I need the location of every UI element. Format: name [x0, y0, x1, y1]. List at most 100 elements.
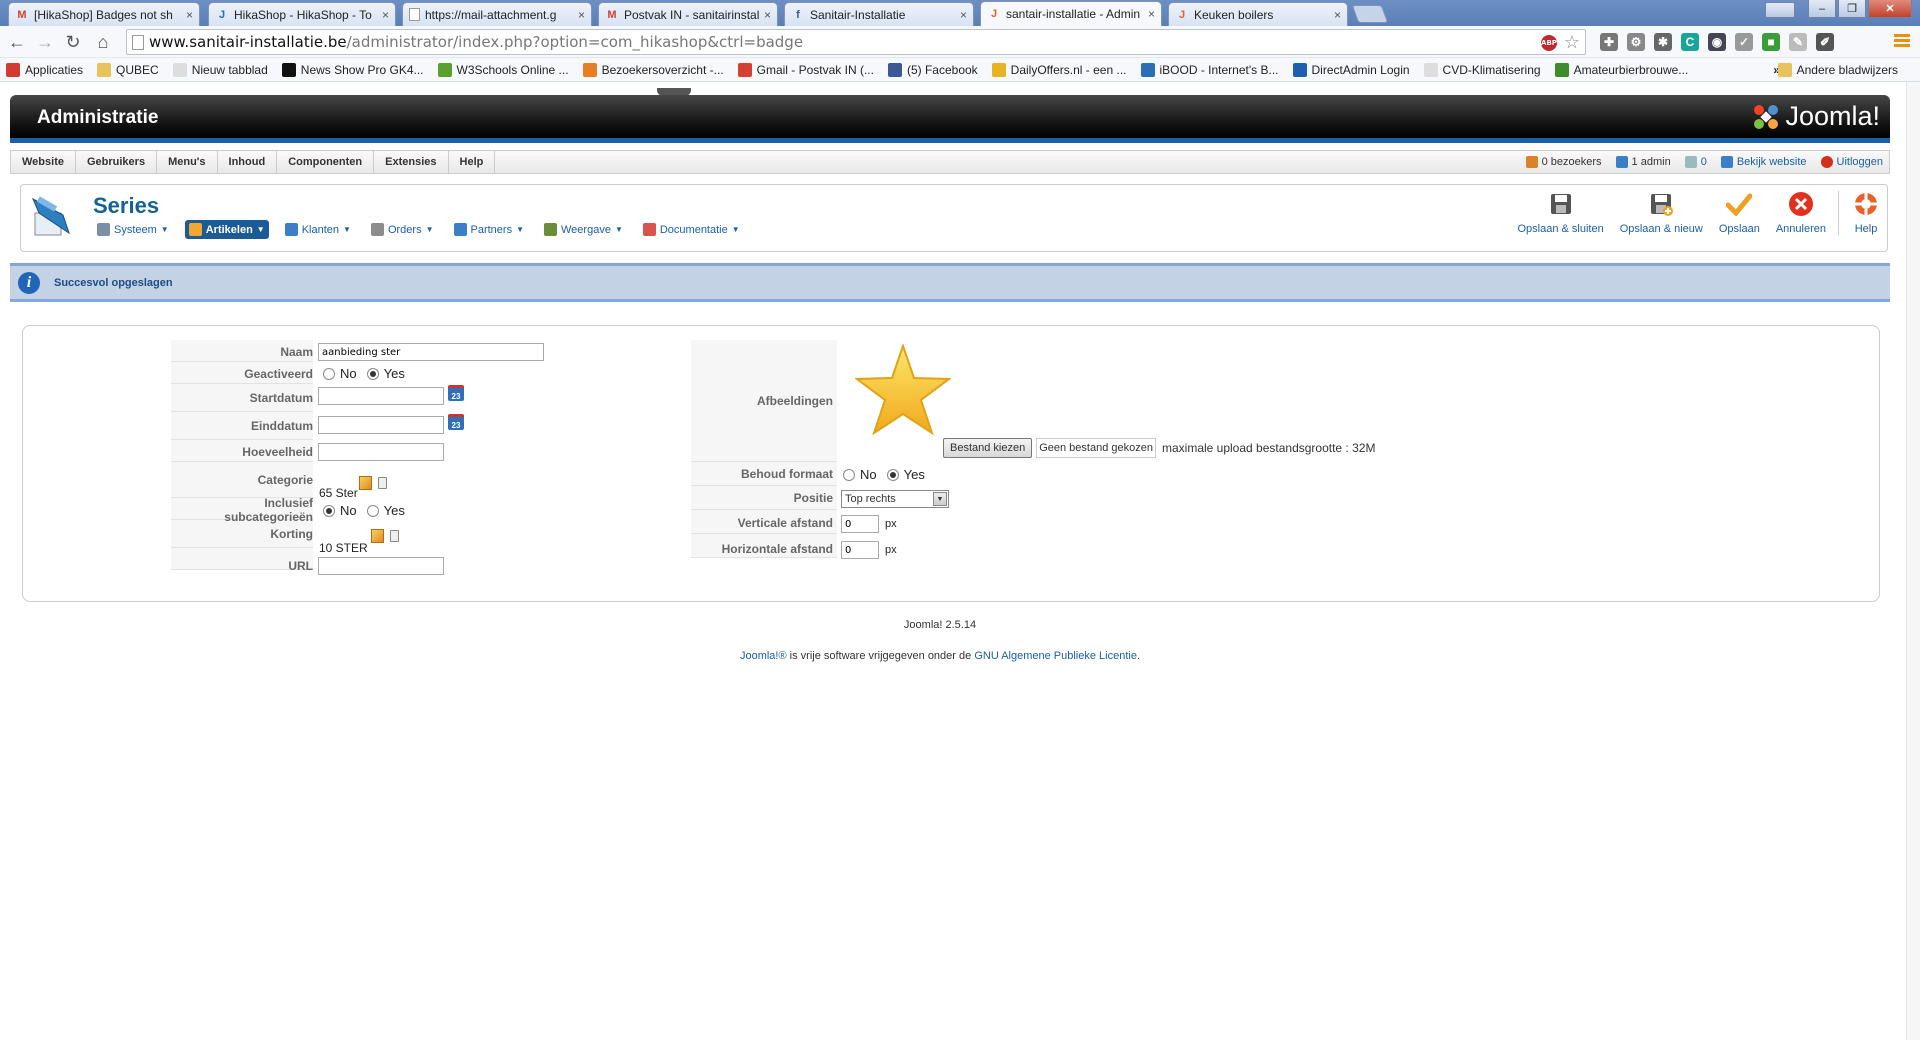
camera-icon[interactable]: ◉ [1708, 33, 1726, 51]
close-tab-icon[interactable]: × [382, 8, 389, 22]
browser-tab[interactable]: Jsantair-installatie - Admin × [980, 1, 1162, 26]
quantity-input[interactable] [318, 443, 444, 461]
bookmark-item[interactable]: QUBEC [97, 62, 159, 77]
close-tab-icon[interactable]: × [186, 8, 193, 22]
choose-file-button[interactable]: Bestand kiezen [943, 438, 1033, 458]
activated-no-radio[interactable] [323, 367, 335, 380]
start-date-input[interactable] [318, 387, 444, 405]
home-icon[interactable]: ⌂ [92, 31, 114, 53]
submenu-item[interactable]: Partners ▼ [450, 220, 529, 239]
bookmark-item[interactable]: (5) Facebook [887, 62, 978, 77]
submenu-item[interactable]: Systeem ▼ [93, 220, 173, 239]
category-edit-icon[interactable] [359, 476, 372, 490]
horizontal-distance-input[interactable] [841, 541, 879, 559]
admin-menu-item[interactable]: Gebruikers [76, 151, 158, 173]
discount-edit-icon[interactable] [371, 529, 384, 543]
bookmark-label: Bezoekersoverzicht -... [601, 62, 724, 77]
vertical-scrollbar[interactable] [1906, 82, 1920, 1040]
url-input[interactable] [318, 557, 444, 575]
browser-tab[interactable]: J HikaShop - HikaShop - To × [208, 2, 396, 26]
profile-button[interactable] [1765, 2, 1795, 18]
minimize-button[interactable]: – [1808, 0, 1836, 18]
keep-format-yes-radio[interactable] [886, 468, 899, 481]
badge-star-image [855, 344, 951, 436]
browser-tab[interactable]: M [HikaShop] Badges not sh × [8, 2, 200, 26]
bookmark-item[interactable]: Nieuw tabblad [172, 62, 268, 77]
bookmark-item[interactable]: iBOOD - Internet's B... [1140, 62, 1279, 77]
tool-icon[interactable]: ⚙ [1627, 33, 1645, 51]
admin-menu-item[interactable]: Help [449, 151, 496, 173]
vertical-distance-input[interactable] [841, 515, 879, 533]
submenu-item[interactable]: Orders ▼ [367, 220, 438, 239]
close-tab-icon[interactable]: × [1148, 7, 1155, 21]
subcat-no-radio[interactable] [323, 504, 335, 517]
start-calendar-icon[interactable]: 23 [448, 385, 464, 401]
admin-title: Administratie [37, 107, 159, 128]
browser-tab[interactable]: M Postvak IN - sanitairinstall × [598, 2, 778, 26]
close-tab-icon[interactable]: × [1334, 8, 1341, 22]
end-calendar-icon[interactable]: 23 [448, 414, 464, 430]
help-button[interactable]: Help [1838, 191, 1887, 235]
close-tab-icon[interactable]: × [578, 8, 585, 22]
browser-tab[interactable]: f Sanitair-Installatie × [784, 2, 974, 26]
submenu-item[interactable]: Klanten ▼ [281, 220, 355, 239]
address-bar[interactable]: www.sanitair-installatie.be /administrat… [126, 29, 1586, 55]
bookmark-item[interactable]: CVD-Klimatisering [1423, 62, 1541, 77]
discount-delete-icon[interactable] [390, 530, 399, 542]
logout-link[interactable]: Uitloggen [1820, 156, 1883, 168]
admin-menu-item[interactable]: Menu's [157, 151, 218, 173]
close-tab-icon[interactable]: × [764, 8, 771, 22]
close-window-button[interactable]: ✕ [1868, 0, 1912, 18]
submenu-item[interactable]: Weergave ▼ [540, 220, 627, 239]
view-site-link[interactable]: Bekijk website [1720, 156, 1807, 168]
new-tab-button[interactable] [1351, 5, 1389, 23]
browser-tab[interactable]: https://mail-attachment.g × [402, 2, 592, 26]
brush-icon[interactable]: ✐ [1816, 33, 1834, 51]
back-icon[interactable]: ← [6, 31, 28, 53]
adblock-icon[interactable]: ABP [1541, 35, 1557, 51]
submenu-item[interactable]: Artikelen ▼ [184, 220, 269, 239]
wand-icon[interactable]: ✎ [1789, 33, 1807, 51]
colorful-icon[interactable]: ■ [1762, 33, 1780, 51]
forward-icon[interactable]: → [34, 31, 56, 53]
keep-format-no-radio[interactable] [843, 468, 855, 481]
bookmark-item[interactable]: DailyOffers.nl - een ... [991, 62, 1127, 77]
activated-yes-radio[interactable] [366, 367, 379, 380]
admin-menu-item[interactable]: Componenten [277, 151, 375, 173]
check-icon[interactable]: ✓ [1735, 33, 1753, 51]
bookmark-star-icon[interactable]: ☆ [1564, 32, 1580, 53]
name-input[interactable] [318, 343, 544, 361]
admin-menu-item[interactable]: Inhoud [218, 151, 278, 173]
submenu-item[interactable]: Documentatie ▼ [639, 220, 744, 239]
category-delete-icon[interactable] [378, 477, 387, 489]
messages-status[interactable]: 0 [1684, 156, 1707, 168]
puzzle-icon[interactable]: ✚ [1600, 33, 1618, 51]
bug-icon[interactable]: ✱ [1654, 33, 1672, 51]
menu-icon[interactable] [1894, 34, 1910, 49]
end-date-input[interactable] [318, 416, 444, 434]
c-extension-icon[interactable]: C [1681, 33, 1699, 51]
gpl-link[interactable]: GNU Algemene Publieke Licentie [974, 650, 1137, 662]
bookmark-item[interactable]: News Show Pro GK4... [281, 62, 424, 77]
subcat-yes-radio[interactable] [366, 504, 379, 517]
bookmark-item[interactable]: Gmail - Postvak IN (... [737, 62, 874, 77]
bookmark-item[interactable]: W3Schools Online ... [437, 62, 569, 77]
cancel-button[interactable]: Annuleren [1768, 191, 1834, 235]
bookmark-item[interactable]: Bezoekersoverzicht -... [582, 62, 724, 77]
bookmark-item[interactable]: DirectAdmin Login [1292, 62, 1410, 77]
joomla-link[interactable]: Joomla!® [740, 650, 787, 662]
browser-tab[interactable]: J Keuken boilers × [1168, 2, 1348, 26]
close-tab-icon[interactable]: × [960, 8, 967, 22]
admin-menu-item[interactable]: Extensies [374, 151, 449, 173]
position-select[interactable]: Top rechts ▼ [841, 490, 949, 508]
save-new-button[interactable]: Opslaan & nieuw [1612, 191, 1711, 235]
bookmark-item[interactable]: Amateurbierbrouwe... [1554, 62, 1688, 77]
other-bookmarks[interactable]: Andere bladwijzers [1777, 62, 1898, 77]
license-end: . [1136, 650, 1141, 662]
save-close-button[interactable]: Opslaan & sluiten [1509, 191, 1611, 235]
bookmark-item[interactable]: Applicaties [6, 62, 83, 77]
admin-menu-item[interactable]: Website [11, 151, 76, 173]
reload-icon[interactable]: ↻ [62, 31, 84, 53]
maximize-button[interactable]: ❐ [1838, 0, 1866, 18]
save-button[interactable]: Opslaan [1711, 191, 1768, 235]
